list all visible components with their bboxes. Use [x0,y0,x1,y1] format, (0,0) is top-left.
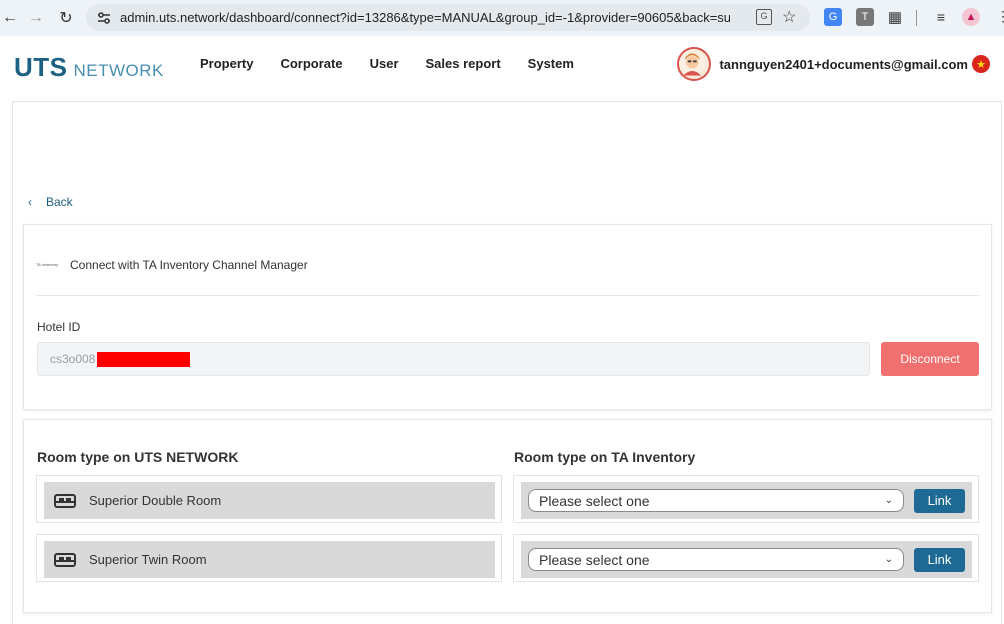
disconnect-button[interactable]: Disconnect [881,342,979,376]
reload-icon[interactable]: ↻ [56,8,76,28]
logo-sub-text: NETWORK [73,61,164,80]
room-row-left: Superior Double Room [36,475,502,523]
puzzle-extensions-icon[interactable]: ▦ [886,8,904,26]
redaction-bar [97,352,190,367]
google-translate-extension-icon[interactable]: G [824,8,842,26]
toolbar-divider [916,10,917,26]
url-text[interactable]: admin.uts.network/dashboard/connect?id=1… [120,10,730,25]
site-settings-icon[interactable] [96,10,112,26]
mapping-row-right: Please select one ⌄ Link [513,475,979,523]
translate-icon[interactable]: G [756,9,772,25]
back-arrow-icon[interactable]: ← [0,8,20,28]
address-bar[interactable]: admin.uts.network/dashboard/connect?id=1… [86,4,810,31]
menu-item-system[interactable]: System [528,56,574,71]
browser-toolbar: ← → ↻ admin.uts.network/dashboard/connec… [0,0,1004,36]
avatar[interactable] [677,47,712,81]
reading-list-icon[interactable]: ≡ [932,8,950,26]
menu-item-sales-report[interactable]: Sales report [426,56,501,71]
t-extension-icon[interactable]: T [856,8,874,26]
user-email[interactable]: tannguyen2401+documents@gmail.com [719,57,968,72]
app-header: UTS NETWORK Property Corporate User Sale… [0,36,1004,96]
divider [36,295,979,296]
room-name: Superior Double Room [89,493,222,508]
vietnam-flag-icon[interactable]: ★ [972,55,990,73]
chevron-down-icon: ⌄ [884,554,893,565]
page-header-panel [12,101,1002,169]
more-menu-icon[interactable]: ⋮ [996,8,1004,25]
back-label: Back [46,195,73,209]
chevron-down-icon: ⌄ [884,495,893,506]
chevron-left-icon: ‹ [28,195,32,209]
select-value: Please select one [539,551,650,568]
ta-room-select[interactable]: Please select one ⌄ [528,489,904,512]
menu-item-user[interactable]: User [370,56,399,71]
menu-item-property[interactable]: Property [200,56,253,71]
brand-logo[interactable]: UTS NETWORK [14,52,164,83]
bed-icon [54,552,76,567]
forward-arrow-icon[interactable]: → [26,8,46,28]
room-row-left: Superior Twin Room [36,534,502,582]
mapping-row-right: Please select one ⌄ Link [513,534,979,582]
logo-main-text: UTS [14,52,68,82]
link-button[interactable]: Link [914,547,965,572]
bookmark-star-icon[interactable]: ☆ [782,7,796,27]
hotel-id-label: Hotel ID [37,320,81,334]
user-menu[interactable]: tannguyen2401+documents@gmail.com ★ [677,47,990,81]
connection-card: TA Inventory Connect with TA Inventory C… [23,224,992,410]
mapping-controls: Please select one ⌄ Link [521,482,972,519]
uts-room-type-heading: Room type on UTS NETWORK [37,449,239,465]
connection-title: Connect with TA Inventory Channel Manage… [70,258,308,272]
room-item: Superior Double Room [44,482,495,519]
link-button[interactable]: Link [914,488,965,513]
ta-inventory-logo: TA Inventory [36,262,59,267]
room-name: Superior Twin Room [89,552,207,567]
user-avatar-icon [679,49,706,76]
profile-icon[interactable]: ▲ [962,8,980,26]
main-menu: Property Corporate User Sales report Sys… [200,56,601,71]
menu-item-corporate[interactable]: Corporate [280,56,342,71]
mapping-controls: Please select one ⌄ Link [521,541,972,578]
bed-icon [54,493,76,508]
ta-room-select[interactable]: Please select one ⌄ [528,548,904,571]
back-link[interactable]: ‹ Back [28,195,73,209]
room-item: Superior Twin Room [44,541,495,578]
select-value: Please select one [539,492,650,509]
ta-room-type-heading: Room type on TA Inventory [514,449,696,465]
